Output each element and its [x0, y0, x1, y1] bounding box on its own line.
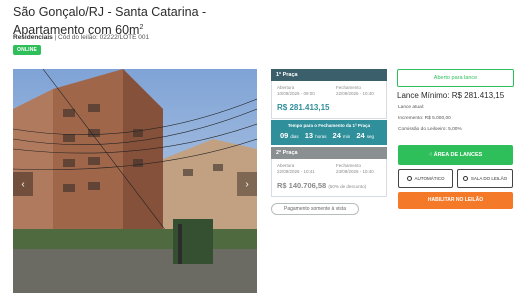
category-label: Residenciais — [13, 34, 53, 41]
auction-room-button[interactable]: SALA DO LEILÃO — [457, 169, 513, 188]
praca2-close-value: 23/09/2026 - 10:40 — [336, 169, 374, 174]
praca1-title: 1ª Praça — [271, 69, 387, 81]
timer-hours: 13 — [304, 131, 314, 140]
praca2-discount: (50% de desconto) — [328, 184, 367, 189]
timer-minutes: 24 — [332, 131, 341, 140]
open-for-bids-button[interactable]: Aberto para lance — [397, 69, 514, 87]
radio-icon — [406, 176, 412, 182]
gallery-prev-button[interactable]: ‹ — [13, 172, 33, 196]
minimum-bid: Lance Mínimo: R$ 281.413,15 — [397, 91, 505, 100]
praca1-panel: Abertura 10/09/2026 - 09:00 Fechamento 2… — [271, 81, 387, 119]
praca2-open-value: 22/09/2026 - 10:41 — [277, 169, 315, 174]
timer-title: Tempo para o Fechamento da 1ª Praça — [287, 123, 371, 128]
bid-area-button[interactable]: ☝ ÁREA DE LANCES — [398, 145, 513, 165]
praca1-open-value: 10/09/2026 - 09:00 — [277, 91, 315, 96]
current-bid: Lance atual: — [398, 105, 425, 110]
timer-days: 09 — [279, 131, 289, 140]
praca1-close-value: 22/09/2026 - 10:40 — [336, 91, 374, 96]
timer-seconds: 24 — [356, 131, 365, 140]
status-badge: ONLINE — [13, 45, 42, 55]
building-image — [13, 69, 257, 293]
increment: Incremento: R$ 5.000,00 — [398, 116, 451, 121]
radio-icon — [462, 176, 468, 182]
countdown-timer: Tempo para o Fechamento da 1ª Praça 09 d… — [271, 120, 387, 145]
praca2-price: R$ 140.706,58 — [277, 181, 327, 190]
praca2-panel: Abertura 22/09/2026 - 10:41 Fechamento 2… — [271, 159, 387, 197]
hand-pointer-icon: ☝ — [428, 152, 433, 158]
automatic-button[interactable]: AUTOMÁTICO — [398, 169, 453, 188]
praca2-title: 2ª Praça — [271, 147, 387, 159]
gallery-next-button[interactable]: › — [237, 172, 257, 196]
payment-pill: Pagamento somente à vista — [271, 203, 359, 215]
property-photo[interactable] — [13, 69, 257, 293]
praca1-price: R$ 281.413,15 — [277, 103, 330, 112]
auction-code: | Cód do leilão: 02222/LOTE 001 — [52, 34, 150, 41]
commission: Comissão do Leiloeiro: 5,00% — [398, 127, 462, 132]
lot-meta: Residenciais | Cód do leilão: 02222/LOTE… — [13, 34, 149, 41]
enable-auction-button[interactable]: HABILITAR NO LEILÃO — [398, 192, 513, 209]
